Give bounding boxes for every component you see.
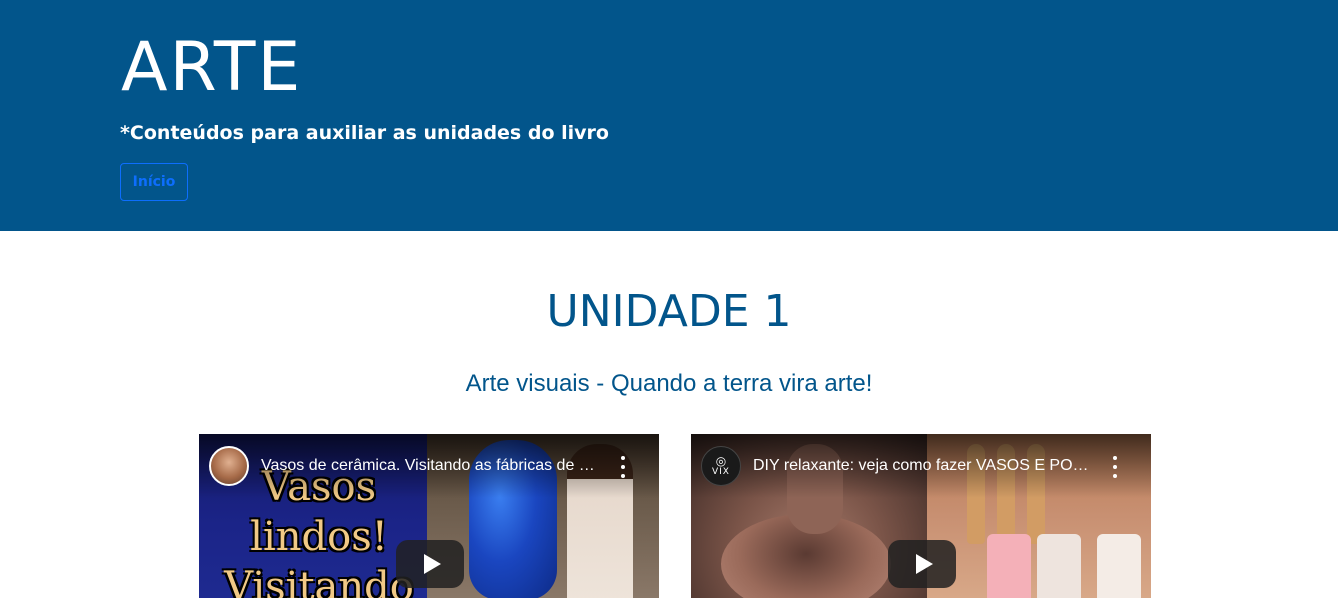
channel-logo-text: VIX [712,467,730,477]
channel-logo[interactable]: ◎ VIX [701,446,741,486]
video-title[interactable]: DIY relaxante: veja como fazer VASOS E P… [753,456,1093,476]
site-subtitle: *Conteúdos para auxiliar as unidades do … [120,122,609,144]
unit-title: UNIDADE 1 [546,286,792,337]
more-vert-icon[interactable] [1105,456,1125,478]
play-button[interactable] [888,540,956,588]
play-icon [915,554,933,574]
channel-avatar[interactable] [209,446,249,486]
video-embed-diy-vasos[interactable]: ◎ VIX DIY relaxante: veja como fazer VAS… [691,434,1151,598]
ceramic-jar-image [987,534,1031,598]
site-header: ARTE *Conteúdos para auxiliar as unidade… [0,0,1338,231]
channel-logo-icon: ◎ [715,454,727,468]
unit-subtitle: Arte visuais - Quando a terra vira arte! [465,370,873,397]
site-title: ARTE [121,28,303,107]
home-button[interactable]: Início [120,163,188,201]
video-title[interactable]: Vasos de cerâmica. Visitando as fábricas… [261,456,601,476]
ceramic-jar-image [1097,534,1141,598]
play-icon [423,554,441,574]
more-vert-icon[interactable] [613,456,633,478]
ceramic-jar-image [1037,534,1081,598]
video-embed-vasos-ceramica[interactable]: Vasos lindos! Visitando Vasos de cerâmic… [199,434,659,598]
play-button[interactable] [396,540,464,588]
